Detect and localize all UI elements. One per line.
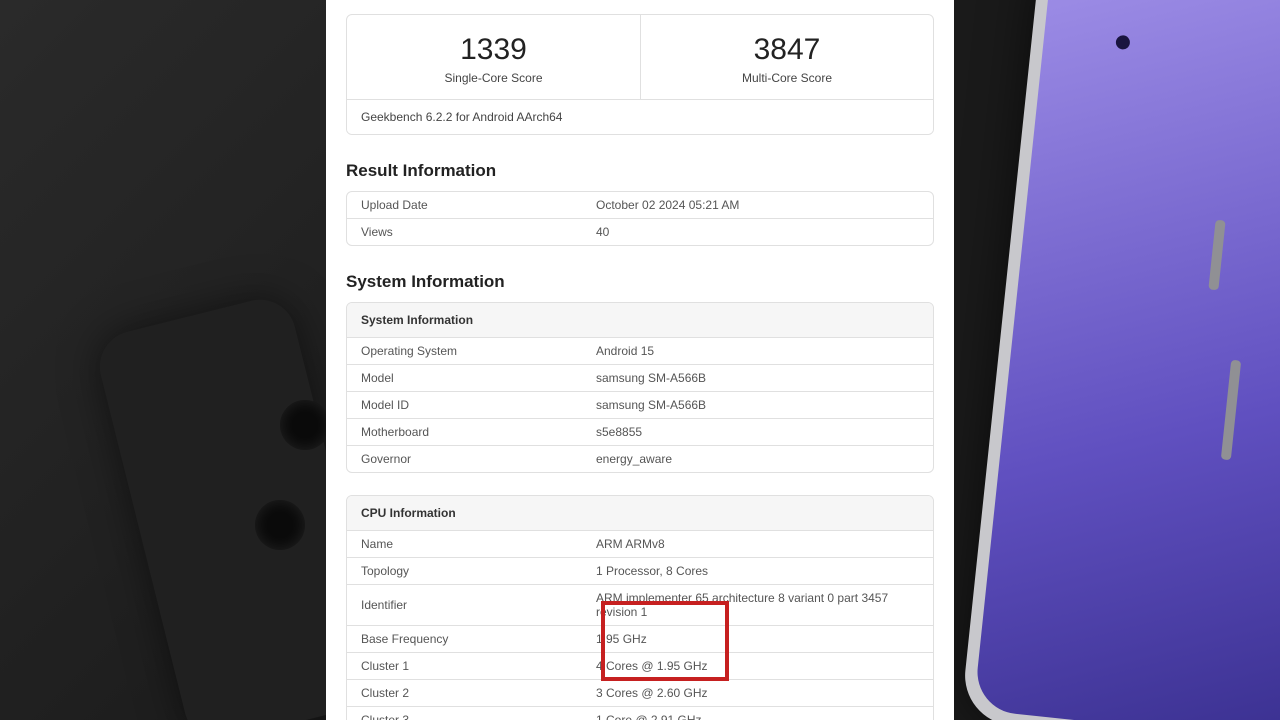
- row-value: samsung SM-A566B: [596, 371, 919, 385]
- multi-core-value: 3847: [651, 33, 923, 67]
- multi-core-score: 3847 Multi-Core Score: [640, 15, 933, 99]
- result-info-title: Result Information: [346, 161, 934, 181]
- table-row: Identifier ARM implementer 65 architectu…: [347, 585, 933, 626]
- table-row: Motherboard s5e8855: [347, 419, 933, 446]
- table-row: Topology 1 Processor, 8 Cores: [347, 558, 933, 585]
- row-value: 1 Core @ 2.91 GHz: [596, 713, 919, 720]
- system-info-table: System Information Operating System Andr…: [346, 302, 934, 473]
- front-camera-icon: [1115, 35, 1130, 50]
- row-key: Cluster 1: [361, 659, 596, 673]
- row-value: samsung SM-A566B: [596, 398, 919, 412]
- score-card: 1339 Single-Core Score 3847 Multi-Core S…: [346, 14, 934, 135]
- row-value: ARM implementer 65 architecture 8 varian…: [596, 591, 919, 619]
- table-row: Model samsung SM-A566B: [347, 365, 933, 392]
- row-value: Android 15: [596, 344, 919, 358]
- row-key: Governor: [361, 452, 596, 466]
- row-value: 1.95 GHz: [596, 632, 919, 646]
- row-value: s5e8855: [596, 425, 919, 439]
- row-key: Identifier: [361, 598, 596, 612]
- camera-lens-icon: [255, 500, 305, 550]
- benchmark-version: Geekbench 6.2.2 for Android AArch64: [347, 99, 933, 134]
- row-value: 4 Cores @ 1.95 GHz: [596, 659, 919, 673]
- row-key: Upload Date: [361, 198, 596, 212]
- single-core-label: Single-Core Score: [357, 71, 630, 85]
- table-row: Views 40: [347, 219, 933, 245]
- cpu-info-table: CPU Information Name ARM ARMv8 Topology …: [346, 495, 934, 720]
- table-row: Name ARM ARMv8: [347, 531, 933, 558]
- table-row: Model ID samsung SM-A566B: [347, 392, 933, 419]
- row-key: Views: [361, 225, 596, 239]
- table-row: Governor energy_aware: [347, 446, 933, 472]
- benchmark-report: 1339 Single-Core Score 3847 Multi-Core S…: [326, 0, 954, 720]
- table-row: Cluster 3 1 Core @ 2.91 GHz: [347, 707, 933, 720]
- table-row: Operating System Android 15: [347, 338, 933, 365]
- row-key: Cluster 2: [361, 686, 596, 700]
- camera-lens-icon: [280, 400, 330, 450]
- row-value: energy_aware: [596, 452, 919, 466]
- table-row: Cluster 2 3 Cores @ 2.60 GHz: [347, 680, 933, 707]
- system-info-header: System Information: [347, 303, 933, 338]
- row-value: October 02 2024 05:21 AM: [596, 198, 919, 212]
- row-key: Model ID: [361, 398, 596, 412]
- row-value: 1 Processor, 8 Cores: [596, 564, 919, 578]
- single-core-value: 1339: [357, 33, 630, 67]
- result-info-table: Upload Date October 02 2024 05:21 AM Vie…: [346, 191, 934, 246]
- table-row: Cluster 1 4 Cores @ 1.95 GHz: [347, 653, 933, 680]
- single-core-score: 1339 Single-Core Score: [347, 15, 640, 99]
- row-key: Model: [361, 371, 596, 385]
- row-key: Cluster 3: [361, 713, 596, 720]
- row-value: 3 Cores @ 2.60 GHz: [596, 686, 919, 700]
- row-value: ARM ARMv8: [596, 537, 919, 551]
- table-row: Upload Date October 02 2024 05:21 AM: [347, 192, 933, 219]
- row-key: Name: [361, 537, 596, 551]
- row-key: Topology: [361, 564, 596, 578]
- row-value: 40: [596, 225, 919, 239]
- row-key: Motherboard: [361, 425, 596, 439]
- cpu-info-header: CPU Information: [347, 496, 933, 531]
- row-key: Base Frequency: [361, 632, 596, 646]
- background-phone-right: [920, 0, 1280, 720]
- multi-core-label: Multi-Core Score: [651, 71, 923, 85]
- row-key: Operating System: [361, 344, 596, 358]
- table-row: Base Frequency 1.95 GHz: [347, 626, 933, 653]
- system-info-title: System Information: [346, 272, 934, 292]
